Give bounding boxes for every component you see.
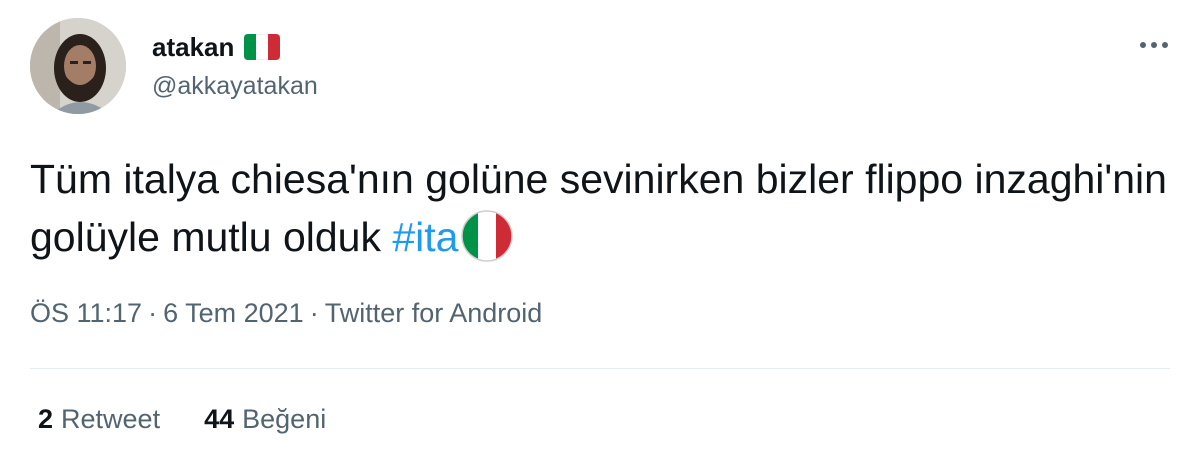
meta-separator: · [309, 298, 319, 328]
tweet-date[interactable]: 6 Tem 2021 [163, 298, 304, 329]
likes-stat[interactable]: 44 Beğeni [204, 404, 326, 435]
meta-separator: · [148, 298, 158, 328]
divider [30, 368, 1170, 369]
retweet-label: Retweet [61, 404, 161, 434]
avatar[interactable] [30, 18, 126, 114]
avatar-image [30, 18, 126, 114]
more-dots-icon [1140, 42, 1168, 48]
tweet-body: Tüm italya chiesa'nın golüne sevinirken … [30, 156, 1167, 260]
tweet-text: Tüm italya chiesa'nın golüne sevinirken … [30, 150, 1170, 266]
more-options-button[interactable] [1134, 30, 1174, 60]
tweet-card: atakan @akkayatakan Tüm italya chiesa'nı… [0, 0, 1200, 470]
user-handle[interactable]: @akkayatakan [152, 72, 318, 101]
name-row: atakan [152, 30, 281, 64]
italy-flag-icon [243, 33, 281, 61]
like-label: Beğeni [242, 404, 327, 434]
tweet-source[interactable]: Twitter for Android [325, 298, 543, 329]
tweet-meta: ÖS 11:17 · 6 Tem 2021 · Twitter for Andr… [30, 298, 542, 329]
italy-flag-emoji-icon [460, 209, 514, 263]
retweet-count: 2 [38, 404, 54, 434]
display-name[interactable]: atakan [152, 32, 234, 63]
hashtag-link[interactable]: #ita [392, 214, 458, 260]
tweet-stats: 2 Retweet 44 Beğeni [38, 404, 370, 435]
tweet-time[interactable]: ÖS 11:17 [30, 298, 142, 329]
like-count: 44 [204, 404, 235, 434]
retweets-stat[interactable]: 2 Retweet [38, 404, 160, 435]
